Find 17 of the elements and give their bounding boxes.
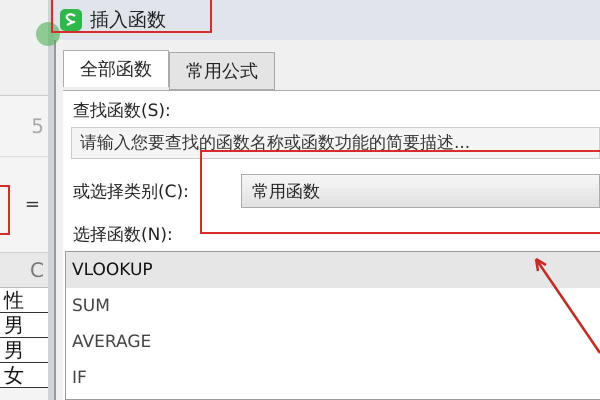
tab[interactable]: 全部函数 — [63, 50, 169, 87]
function-item[interactable]: VLOOKUP — [66, 252, 600, 288]
search-field[interactable]: 请输入您要查找的函数名称或函数功能的简要描述... — [71, 127, 600, 159]
function-list-label: 选择函数(N): — [73, 224, 174, 247]
app-icon — [60, 9, 82, 31]
annotation-frame — [0, 185, 10, 235]
table-cell: 男 — [0, 338, 48, 363]
category-dropdown[interactable]: 常用函数 — [241, 174, 600, 208]
font-size-value: 5 — [0, 96, 48, 157]
table-cell: 女 — [0, 363, 48, 388]
category-label: 或选择类别(C): — [73, 180, 190, 202]
table-cell: 男 — [0, 313, 48, 338]
window-title: 插入函数 — [90, 8, 166, 33]
column-header: C — [0, 253, 48, 288]
search-label: 查找函数(S): — [73, 100, 172, 123]
tab[interactable]: 常用公式 — [169, 52, 275, 90]
table-cell: 性 — [0, 288, 48, 313]
